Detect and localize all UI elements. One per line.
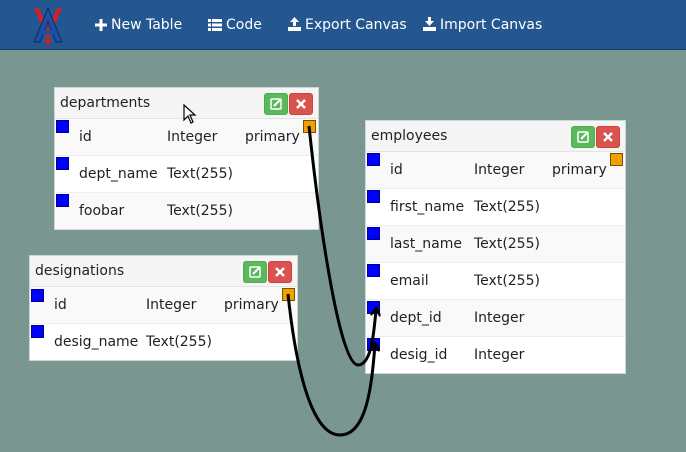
relation-lines [286, 125, 686, 437]
relation-line-dept [307, 125, 376, 367]
mouse-pointer-icon [183, 104, 197, 124]
